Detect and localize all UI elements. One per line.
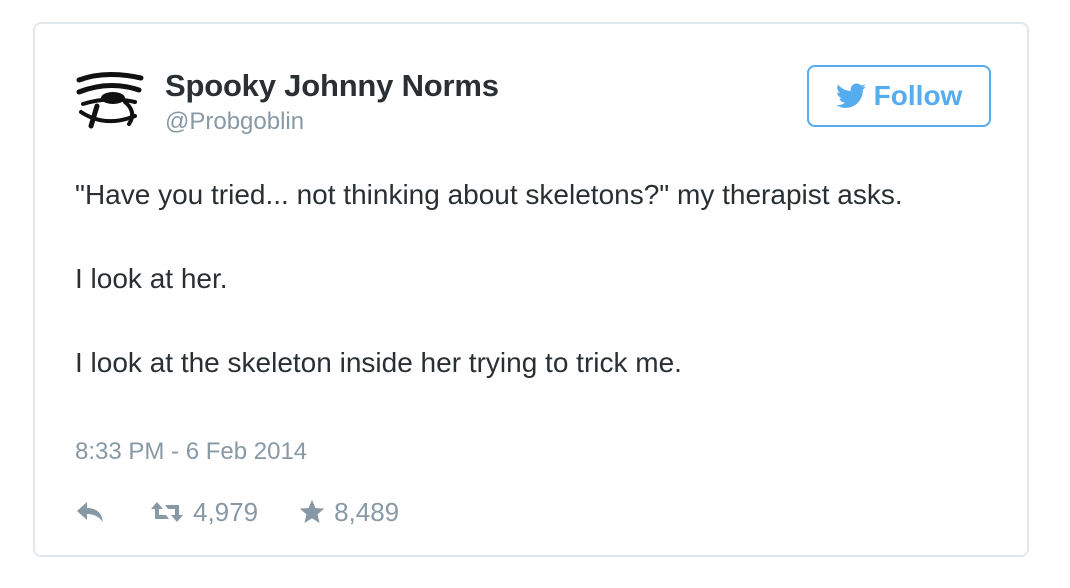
tweet-paragraph: I look at her. xyxy=(75,263,228,294)
retweet-button[interactable]: 4,979 xyxy=(149,497,258,528)
tweet-text: "Have you tried... not thinking about sk… xyxy=(75,174,975,384)
tweet-paragraph: I look at the skeleton inside her trying… xyxy=(75,347,682,378)
tweet-timestamp[interactable]: 8:33 PM - 6 Feb 2014 xyxy=(75,438,307,466)
retweet-count: 4,979 xyxy=(193,496,259,527)
follow-button-label: Follow xyxy=(873,80,963,111)
avatar[interactable] xyxy=(75,66,147,138)
author-handle[interactable]: @Probgoblin xyxy=(165,108,304,136)
author-name[interactable]: Spooky Johnny Norms xyxy=(165,68,499,104)
reply-button[interactable] xyxy=(75,500,105,524)
twitter-bird-icon xyxy=(835,83,866,108)
tweet-card: Spooky Johnny Norms @Probgoblin Follow "… xyxy=(33,22,1029,557)
eye-of-horus-icon xyxy=(75,66,147,138)
tweet-paragraph: "Have you tried... not thinking about sk… xyxy=(75,179,903,210)
star-icon xyxy=(299,499,325,524)
reply-icon xyxy=(77,502,103,522)
retweet-icon xyxy=(151,502,183,522)
favorite-button[interactable]: 8,489 xyxy=(298,497,399,528)
tweet-actions: 4,979 8,489 xyxy=(75,494,399,530)
follow-button[interactable]: Follow xyxy=(807,65,991,127)
favorite-count: 8,489 xyxy=(334,496,400,527)
